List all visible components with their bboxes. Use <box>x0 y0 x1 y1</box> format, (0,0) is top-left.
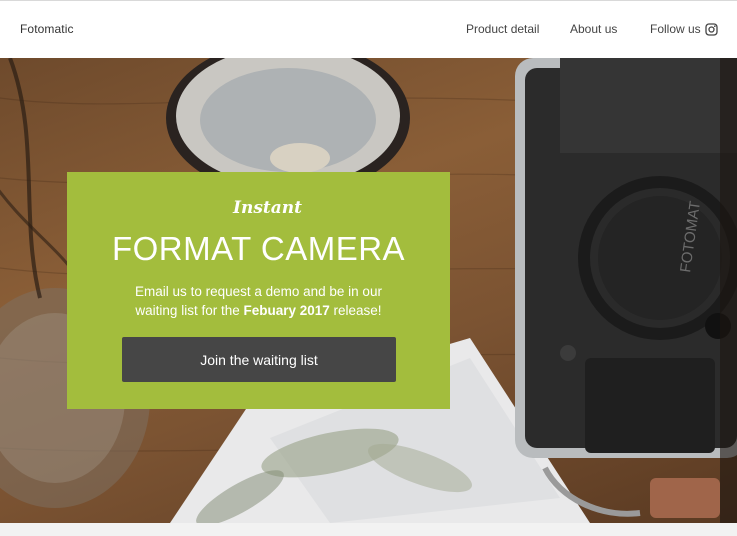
nav-link-product-detail[interactable]: Product detail <box>466 22 539 36</box>
join-waiting-list-button[interactable]: Join the waiting list <box>122 337 396 382</box>
page-title: FORMAT CAMERA <box>111 230 406 267</box>
release-date-highlight: Febuary 2017 <box>243 303 330 318</box>
card-kicker: Instant <box>233 198 302 218</box>
nav-link-about-us[interactable]: About us <box>570 22 617 36</box>
page-bottom-band <box>0 523 737 536</box>
nav-link-follow-us[interactable]: Follow us <box>650 22 701 36</box>
instagram-icon[interactable] <box>705 23 718 36</box>
site-header: Fotomatic Product detail About us Follow… <box>0 1 737 58</box>
hero-signup-card: Instant FORMAT CAMERA Email us to reques… <box>67 172 450 409</box>
card-description: Email us to request a demo and be in our… <box>122 282 395 320</box>
brand-logo-text[interactable]: Fotomatic <box>20 22 74 36</box>
card-description-suffix: release! <box>329 303 382 318</box>
hero-section: FOTOMAT Instant FORMAT CAMERA Email us t… <box>0 58 737 523</box>
